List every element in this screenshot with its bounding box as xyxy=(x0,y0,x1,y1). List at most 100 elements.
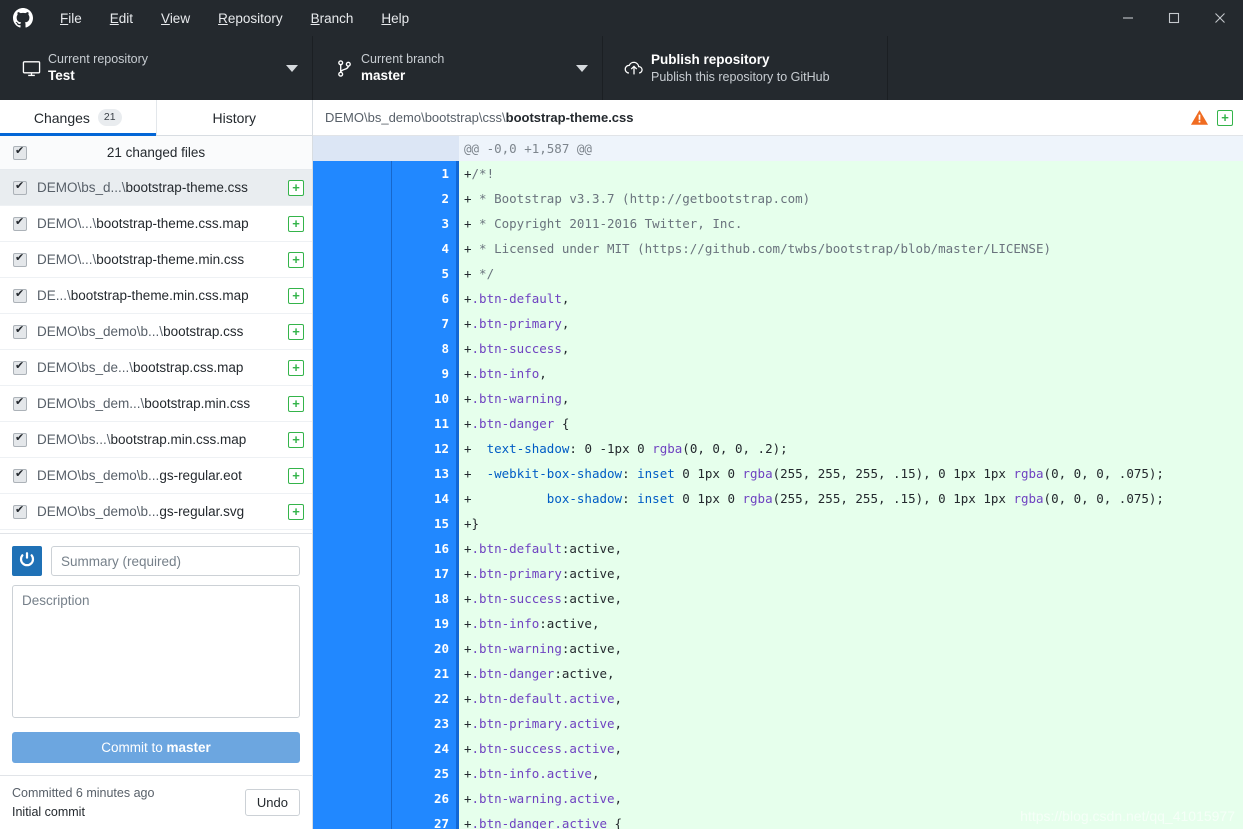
diff-line[interactable]: 12 + text-shadow: 0 -1px 0 rgba (0, 0, 0, … xyxy=(313,436,1243,461)
diff-line-text: + .btn-primary:active, xyxy=(459,561,1243,586)
diff-line[interactable]: 15 +} xyxy=(313,511,1243,536)
file-row[interactable]: DEMO\...\bootstrap-theme.min.css + xyxy=(0,242,312,278)
diff-line[interactable]: 10 + .btn-warning, xyxy=(313,386,1243,411)
diff-line[interactable]: 16 + .btn-default:active, xyxy=(313,536,1243,561)
file-checkbox[interactable] xyxy=(13,323,27,339)
window-controls xyxy=(1105,0,1243,36)
github-mark-icon xyxy=(0,8,46,28)
commit-summary-input[interactable] xyxy=(51,546,300,576)
diff-line[interactable]: 20 + .btn-warning:active, xyxy=(313,636,1243,661)
diff-line[interactable]: 27 + .btn-danger.active { xyxy=(313,811,1243,829)
diff-line[interactable]: 7 + .btn-primary, xyxy=(313,311,1243,336)
diff-line[interactable]: 5 + */ xyxy=(313,261,1243,286)
diff-line-number: 3 xyxy=(391,211,459,236)
file-row[interactable]: DEMO\bs...\bootstrap.min.css.map + xyxy=(0,422,312,458)
file-row[interactable]: DEMO\...\bootstrap-theme.css.map + xyxy=(0,206,312,242)
diff-line-number: 4 xyxy=(391,236,459,261)
commit-to-branch-button[interactable]: Commit to master xyxy=(12,732,300,763)
menu-item-branch[interactable]: Branch xyxy=(297,4,368,33)
file-row[interactable]: DEMO\bs_demo\b...gs-regular.eot + xyxy=(0,458,312,494)
diff-line[interactable]: 3 + * Copyright 2011-2016 Twitter, Inc. xyxy=(313,211,1243,236)
diff-line[interactable]: @@ -0,0 +1,587 @@ xyxy=(313,136,1243,161)
diff-line[interactable]: 2 + * Bootstrap v3.3.7 (http://getbootstr… xyxy=(313,186,1243,211)
diff-line[interactable]: 11 + .btn-danger { xyxy=(313,411,1243,436)
close-icon[interactable] xyxy=(1197,0,1243,36)
file-checkbox[interactable] xyxy=(13,215,27,231)
file-checkbox[interactable] xyxy=(13,179,27,195)
file-checkbox[interactable] xyxy=(13,503,27,519)
diff-line-text: + * Copyright 2011-2016 Twitter, Inc. xyxy=(459,211,1243,236)
minimize-icon[interactable] xyxy=(1105,0,1151,36)
diff-line-number: 26 xyxy=(391,786,459,811)
tab-history[interactable]: History xyxy=(157,100,313,135)
diff-gutter-marker xyxy=(313,586,391,611)
maximize-icon[interactable] xyxy=(1151,0,1197,36)
diff-line[interactable]: 13 + -webkit-box-shadow: inset 0 1px 0 rg… xyxy=(313,461,1243,486)
diff-file-name: bootstrap-theme.css xyxy=(505,110,634,125)
current-repository-button[interactable]: Current repository Test xyxy=(0,36,313,100)
file-row[interactable]: DE...\bootstrap-theme.min.css.map + xyxy=(0,278,312,314)
file-row[interactable]: DEMO\bs_de...\bootstrap.css.map + xyxy=(0,350,312,386)
current-branch-button[interactable]: Current branch master xyxy=(313,36,603,100)
warning-triangle-icon[interactable] xyxy=(1190,108,1209,127)
file-checkbox[interactable] xyxy=(13,251,27,267)
diff-line[interactable]: 1 +/*! xyxy=(313,161,1243,186)
file-row[interactable]: DEMO\bs_demo\b...\bootstrap.css + xyxy=(0,314,312,350)
file-checkbox[interactable] xyxy=(13,359,27,375)
select-all-files-row[interactable]: 21 changed files xyxy=(0,136,312,170)
diff-line-number: 25 xyxy=(391,761,459,786)
added-plus-icon: + xyxy=(288,287,304,304)
diff-line-text: + * Licensed under MIT (https://github.c… xyxy=(459,236,1243,261)
toolbar-filler xyxy=(888,36,1243,100)
diff-gutter-marker xyxy=(313,286,391,311)
undo-commit-button[interactable]: Undo xyxy=(244,789,300,816)
file-row[interactable]: DEMO\bs_dem...\bootstrap.min.css + xyxy=(0,386,312,422)
added-plus-icon: + xyxy=(288,251,304,268)
diff-line-text: + .btn-info, xyxy=(459,361,1243,386)
diff-line[interactable]: 22 + .btn-default.active, xyxy=(313,686,1243,711)
menu-item-file[interactable]: File xyxy=(46,4,96,33)
file-checkbox[interactable] xyxy=(13,395,27,411)
menu-item-help[interactable]: Help xyxy=(367,4,423,33)
diff-line-number: 7 xyxy=(391,311,459,336)
menu-item-view[interactable]: View xyxy=(147,4,204,33)
changed-files-list[interactable]: DEMO\bs_d...\bootstrap-theme.css+DEMO\..… xyxy=(0,170,312,530)
diff-gutter-marker xyxy=(313,211,391,236)
file-checkbox[interactable] xyxy=(13,431,27,447)
added-plus-icon: + xyxy=(288,467,304,484)
diff-line-number: 20 xyxy=(391,636,459,661)
added-plus-icon: + xyxy=(288,323,304,340)
diff-line-text: + text-shadow: 0 -1px 0 rgba (0, 0, 0, .2… xyxy=(459,436,1243,461)
file-row[interactable]: DEMO\bs_d...\bootstrap-theme.css + xyxy=(0,170,312,206)
tab-changes[interactable]: Changes 21 xyxy=(0,100,157,136)
diff-line[interactable]: 18 + .btn-success:active, xyxy=(313,586,1243,611)
commit-form: Commit to master xyxy=(0,533,312,775)
diff-line[interactable]: 19 + .btn-info:active, xyxy=(313,611,1243,636)
menu-item-repository[interactable]: Repository xyxy=(204,4,297,33)
changed-files-count: 21 changed files xyxy=(106,145,206,160)
diff-line[interactable]: 17 + .btn-primary:active, xyxy=(313,561,1243,586)
diff-gutter-marker xyxy=(313,311,391,336)
diff-line[interactable]: 23 + .btn-primary.active, xyxy=(313,711,1243,736)
diff-gutter-marker xyxy=(313,736,391,761)
diff-line[interactable]: 14 + box-shadow: inset 0 1px 0 rgba (255, … xyxy=(313,486,1243,511)
diff-line[interactable]: 24 + .btn-success.active, xyxy=(313,736,1243,761)
menu-item-edit[interactable]: Edit xyxy=(96,4,147,33)
diff-gutter-marker xyxy=(313,136,391,161)
diff-line[interactable]: 8 + .btn-success, xyxy=(313,336,1243,361)
publish-repository-button[interactable]: Publish repository Publish this reposito… xyxy=(603,36,888,100)
diff-line[interactable]: 6 + .btn-default, xyxy=(313,286,1243,311)
diff-line-number: 12 xyxy=(391,436,459,461)
file-row[interactable]: DEMO\bs_demo\b...gs-regular.svg + xyxy=(0,494,312,530)
diff-line[interactable]: 9 + .btn-info, xyxy=(313,361,1243,386)
diff-line-number: 16 xyxy=(391,536,459,561)
file-checkbox[interactable] xyxy=(13,287,27,303)
diff-line[interactable]: 25 + .btn-info.active, xyxy=(313,761,1243,786)
sidebar-tabs: Changes 21 History xyxy=(0,100,312,136)
diff-content[interactable]: @@ -0,0 +1,587 @@ 1 +/*! 2 + * Bootstrap v3.… xyxy=(313,136,1243,829)
diff-line[interactable]: 21 + .btn-danger:active, xyxy=(313,661,1243,686)
file-checkbox[interactable] xyxy=(13,467,27,483)
commit-description-input[interactable] xyxy=(12,585,300,718)
diff-line[interactable]: 26 + .btn-warning.active, xyxy=(313,786,1243,811)
diff-line[interactable]: 4 + * Licensed under MIT (https://github.… xyxy=(313,236,1243,261)
